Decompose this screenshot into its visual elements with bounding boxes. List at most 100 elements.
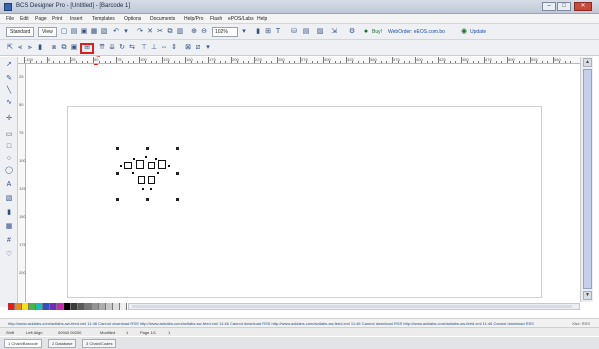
save-icon[interactable]: ▣ [80,28,88,36]
rss-ticker[interactable]: http://www.acklabs.com/actlabs-sw-feed.x… [8,321,534,326]
color-swatch[interactable] [92,303,99,310]
buy-link[interactable]: Buy! [372,29,382,35]
web-order-link[interactable]: WebOrder: eEOS.com.bo [388,29,445,35]
rotate-icon[interactable]: ↻ [118,44,126,52]
menu-helppro[interactable]: Help/Pro [184,16,203,22]
tab-chain-barcode[interactable]: 1 Chain/Barcode [4,339,42,348]
color-swatch[interactable] [64,303,71,310]
settings-icon[interactable]: ⚙ [348,28,356,36]
menu-print[interactable]: Print [52,16,62,22]
chevron-down-icon[interactable]: ▾ [122,28,130,36]
align-bottom-icon[interactable]: ⊥ [150,44,158,52]
properties-icon[interactable]: ⧄ [194,44,202,52]
heart-icon[interactable]: ♡ [5,251,13,259]
resize-handle[interactable] [116,198,119,201]
ungroup-icon[interactable]: ⧉ [60,44,68,52]
scrollbar-thumb[interactable] [583,69,592,289]
pointer-icon[interactable]: ➚ [5,61,13,69]
align-left-icon[interactable]: ⫷ [16,44,24,52]
color-swatch[interactable] [8,303,15,310]
pen-icon[interactable]: ✎ [5,75,13,83]
text-tool-icon[interactable]: A [5,181,13,189]
resize-handle[interactable] [146,198,149,201]
same-height-icon[interactable]: ⇕ [170,44,178,52]
send-back-icon[interactable]: ⇊ [108,44,116,52]
barcode-small-icon[interactable]: ▮ [36,44,44,52]
paste-icon[interactable]: ▥ [176,28,184,36]
color-swatch[interactable] [78,303,85,310]
barcode-icon[interactable]: ▮ [254,28,262,36]
color-swatch[interactable] [22,303,29,310]
menu-insert[interactable]: Insert [70,16,83,22]
rectangle-icon[interactable]: ▭ [5,131,13,139]
color-swatch[interactable] [15,303,22,310]
update-link[interactable]: Update [470,29,486,35]
maximize-button[interactable]: □ [557,2,571,11]
menu-flash[interactable]: Flash [210,16,222,22]
menu-edit[interactable]: Edit [20,16,29,22]
buy-icon[interactable]: ● [362,28,370,36]
flip-icon[interactable]: ⇆ [128,44,136,52]
color-swatch[interactable] [99,303,106,310]
curve-icon[interactable]: ∿ [5,99,13,107]
tab-database[interactable]: 2 Database [48,339,77,348]
standard-button[interactable]: Standard [6,27,35,37]
resize-handle[interactable] [146,147,149,150]
menu-templates[interactable]: Templates [92,16,115,22]
same-width-icon[interactable]: ⇔ [160,44,168,52]
scroll-up-arrow-icon[interactable]: ▲ [583,58,592,67]
align-center-icon[interactable]: ⫸ [26,44,34,52]
zoom-in-icon[interactable]: ⊕ [190,28,198,36]
print-icon[interactable]: ▦ [90,28,98,36]
design-canvas[interactable] [27,65,571,302]
undo-icon[interactable]: ↶ [112,28,120,36]
label-page[interactable] [67,106,542,298]
select-icon[interactable]: ⇱ [6,44,14,52]
text-icon[interactable]: T [274,28,282,36]
open-file-icon[interactable]: ▤ [70,28,78,36]
menu-page[interactable]: Page [35,16,47,22]
arrange-icon[interactable]: ⊠ [184,44,192,52]
color-swatch[interactable] [36,303,43,310]
align-top-icon[interactable]: ⊤ [140,44,148,52]
bring-front-icon[interactable]: ⇈ [98,44,106,52]
scrollbar-thumb[interactable] [132,305,572,308]
resize-handle[interactable] [176,147,179,150]
template-icon[interactable]: ▨ [316,28,324,36]
tab-chain-codes[interactable]: 3 Chain/Codes [82,339,117,348]
minimize-button[interactable]: – [542,2,556,11]
grid-icon[interactable]: ⊞ [264,28,272,36]
resize-handle[interactable] [176,198,179,201]
update-icon[interactable]: ◉ [460,28,468,36]
image-icon[interactable]: ▧ [5,195,13,203]
line-icon[interactable]: ╲ [5,87,13,95]
color-swatch[interactable] [57,303,64,310]
export-icon[interactable]: ⇲ [330,28,338,36]
counter-icon[interactable]: # [5,237,13,245]
menu-documents[interactable]: Documents [150,16,175,22]
zoom-select[interactable]: 102% [212,27,238,37]
database-icon[interactable]: ⛁ [290,28,298,36]
menu-epos[interactable]: ePOS/Labs [228,16,254,22]
menu-file[interactable]: File [6,16,14,22]
barcode-tool-icon[interactable]: ▮ [5,209,13,217]
color-swatch[interactable] [29,303,36,310]
color-swatch[interactable] [85,303,92,310]
menu-options[interactable]: Options [124,16,141,22]
chevron-down-icon[interactable]: ▾ [240,28,248,36]
circle-icon[interactable]: ◯ [5,167,13,175]
ellipse-icon[interactable]: ○ [5,155,13,163]
scroll-down-arrow-icon[interactable]: ▼ [583,291,592,300]
view-button[interactable]: View [38,27,57,37]
copy-icon[interactable]: ⧉ [166,28,174,36]
vertical-scrollbar[interactable]: ▲ ▼ [580,57,593,302]
color-swatch[interactable] [43,303,50,310]
menu-help[interactable]: Help [257,16,267,22]
redo-icon[interactable]: ↷ [136,28,144,36]
crosshair-icon[interactable]: ✛ [5,115,13,123]
page-icon[interactable]: ▤ [302,28,310,36]
color-swatch[interactable] [120,303,127,310]
color-swatch[interactable] [71,303,78,310]
resize-handle[interactable] [116,172,119,175]
horizontal-scrollbar[interactable] [128,303,580,310]
